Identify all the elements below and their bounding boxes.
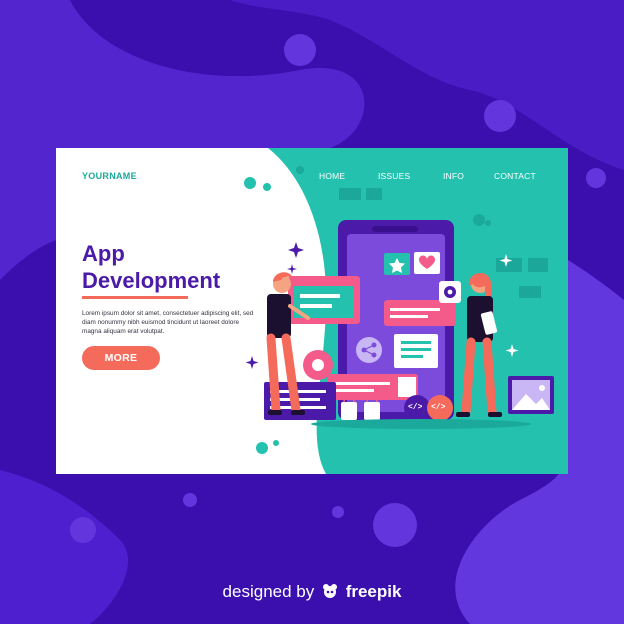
more-button[interactable]: MORE bbox=[82, 346, 160, 370]
nav-home[interactable]: HOME bbox=[319, 171, 345, 181]
hero-title-line2: Development bbox=[82, 268, 221, 293]
nav-contact[interactable]: CONTACT bbox=[494, 171, 536, 181]
hero-title: App Development bbox=[82, 240, 220, 294]
code-tag-label: </> bbox=[408, 403, 423, 412]
freepik-bee-icon bbox=[322, 583, 337, 598]
nav-issues[interactable]: ISSUES bbox=[378, 171, 410, 181]
code-tag-label: </> bbox=[431, 403, 446, 412]
title-underline bbox=[82, 296, 188, 299]
nav-info[interactable]: INFO bbox=[443, 171, 464, 181]
footer-credit: designed by freepik bbox=[0, 582, 624, 603]
landing-page-card: </> </> YOURNAME HOME ISSUES INFO CONTAC… bbox=[56, 148, 568, 474]
hero-title-line1: App bbox=[82, 241, 125, 266]
footer-brand[interactable]: freepik bbox=[346, 582, 402, 601]
brand-logo[interactable]: YOURNAME bbox=[82, 171, 137, 181]
hero-description: Lorem ipsum dolor sit amet, consectetuer… bbox=[82, 310, 254, 335]
footer-prefix: designed by bbox=[222, 582, 315, 601]
